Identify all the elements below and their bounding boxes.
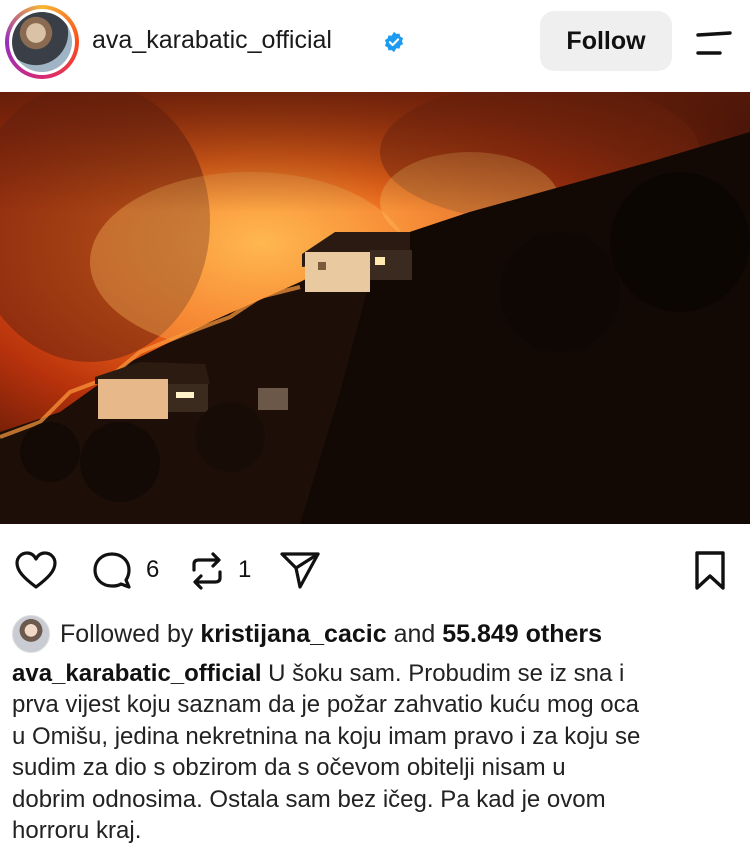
caption-line: dobrim odnosima. Ostala sam bez ičeg. Pa…: [12, 785, 606, 813]
followed-by-prefix: Followed by: [60, 620, 194, 648]
wildfire-photo: [0, 92, 750, 524]
share-send-icon[interactable]: [278, 550, 322, 590]
followed-by-text: Followed by kristijana_cacic and 55.849 …: [60, 620, 602, 649]
verified-badge-icon: [384, 31, 404, 53]
profile-avatar[interactable]: [5, 5, 79, 79]
follower-avatar[interactable]: [12, 615, 50, 653]
bookmark-icon[interactable]: [692, 550, 728, 592]
menu-icon[interactable]: [694, 28, 734, 58]
repost-icon[interactable]: [186, 550, 228, 592]
post-photo[interactable]: [0, 92, 750, 524]
like-heart-icon[interactable]: [14, 550, 58, 590]
post-actions: 6 1: [0, 540, 750, 600]
caption-line: u Omišu, jedina nekretnina na koju imam …: [12, 722, 641, 750]
repost-count: 1: [238, 556, 252, 583]
follow-button[interactable]: Follow: [540, 11, 672, 71]
caption-line: prva vijest koju saznam da je požar zahv…: [12, 691, 639, 719]
caption-username[interactable]: ava_karabatic_official: [12, 660, 261, 687]
post-header: ava_karabatic_official Follow: [0, 0, 750, 86]
followed-by-row: Followed by kristijana_cacic and 55.849 …: [12, 614, 742, 654]
comment-count: 6: [146, 556, 160, 583]
post-caption: ava_karabatic_official U šoku sam. Probu…: [12, 658, 740, 844]
post-username[interactable]: ava_karabatic_official: [92, 26, 332, 55]
others-count-link[interactable]: 55.849 others: [442, 620, 602, 648]
followed-by-user-link[interactable]: kristijana_cacic: [200, 620, 386, 648]
followed-by-and: and: [393, 620, 436, 648]
comment-icon[interactable]: [92, 550, 134, 590]
avatar-image: [12, 12, 72, 72]
caption-line: horroru kraj.: [12, 817, 142, 844]
caption-line: sudim za dio s obzirom da s očevom obite…: [12, 754, 566, 782]
caption-line: U šoku sam. Probudim se iz sna i: [261, 660, 625, 687]
